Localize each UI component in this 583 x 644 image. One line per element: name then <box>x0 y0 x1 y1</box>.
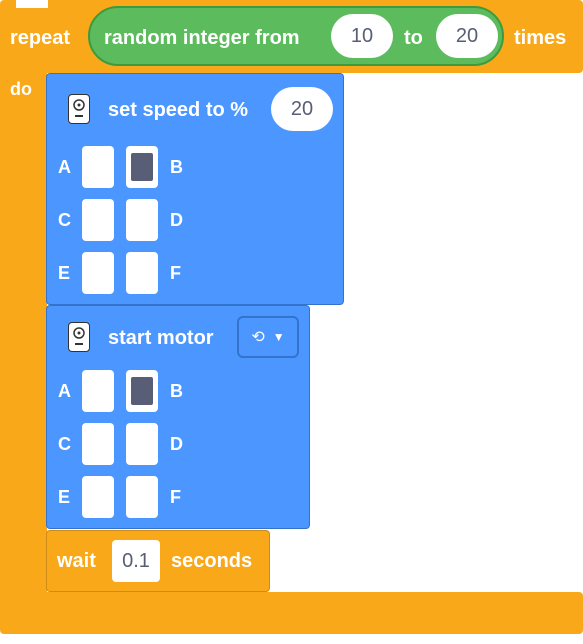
port-label-c: C <box>58 210 71 230</box>
port-d-toggle[interactable] <box>126 199 158 241</box>
random-from-input[interactable]: 10 <box>331 14 393 58</box>
port-f-toggle[interactable] <box>126 476 158 518</box>
times-label: times <box>514 27 567 49</box>
port-e-toggle[interactable] <box>82 252 114 294</box>
motor-icon <box>68 94 90 124</box>
set-speed-label: set speed to % <box>108 99 249 121</box>
seconds-label: seconds <box>171 550 253 572</box>
port-c-toggle[interactable] <box>82 199 114 241</box>
port-label-e: E <box>58 487 71 507</box>
port-a-toggle[interactable] <box>82 370 114 412</box>
port-b-toggle[interactable] <box>126 146 158 188</box>
block-notch <box>16 0 48 8</box>
port-label-a: A <box>58 381 71 401</box>
wait-label: wait <box>57 550 96 572</box>
to-label: to <box>404 27 423 49</box>
port-label-b: B <box>170 381 183 401</box>
port-label-f: F <box>170 263 181 283</box>
repeat-label: repeat <box>10 27 71 49</box>
port-c-toggle[interactable] <box>82 423 114 465</box>
repeat-block-arm <box>0 66 47 606</box>
random-to-input[interactable]: 20 <box>436 14 498 58</box>
wait-seconds-input[interactable]: 0.1 <box>112 540 160 582</box>
port-label-e: E <box>58 263 71 283</box>
port-b-toggle[interactable] <box>126 370 158 412</box>
port-label-b: B <box>170 157 183 177</box>
port-label-a: A <box>58 157 71 177</box>
port-a-toggle[interactable] <box>82 146 114 188</box>
rotate-ccw-icon: ⟲ <box>251 329 265 346</box>
motor-icon <box>68 322 90 352</box>
do-label: do <box>10 79 32 99</box>
chevron-down-icon: ▼ <box>272 330 285 344</box>
port-f-toggle[interactable] <box>126 252 158 294</box>
direction-dropdown[interactable]: ⟲ ▼ <box>237 316 299 358</box>
port-label-d: D <box>170 434 183 454</box>
port-d-toggle[interactable] <box>126 423 158 465</box>
port-selected-indicator <box>131 153 153 181</box>
port-label-f: F <box>170 487 181 507</box>
port-label-c: C <box>58 434 71 454</box>
port-e-toggle[interactable] <box>82 476 114 518</box>
random-integer-label: random integer from <box>104 27 300 49</box>
start-motor-label: start motor <box>108 327 214 349</box>
port-selected-indicator <box>131 377 153 405</box>
speed-input[interactable]: 20 <box>271 87 333 131</box>
port-label-d: D <box>170 210 183 230</box>
repeat-block-bottom <box>0 592 583 634</box>
